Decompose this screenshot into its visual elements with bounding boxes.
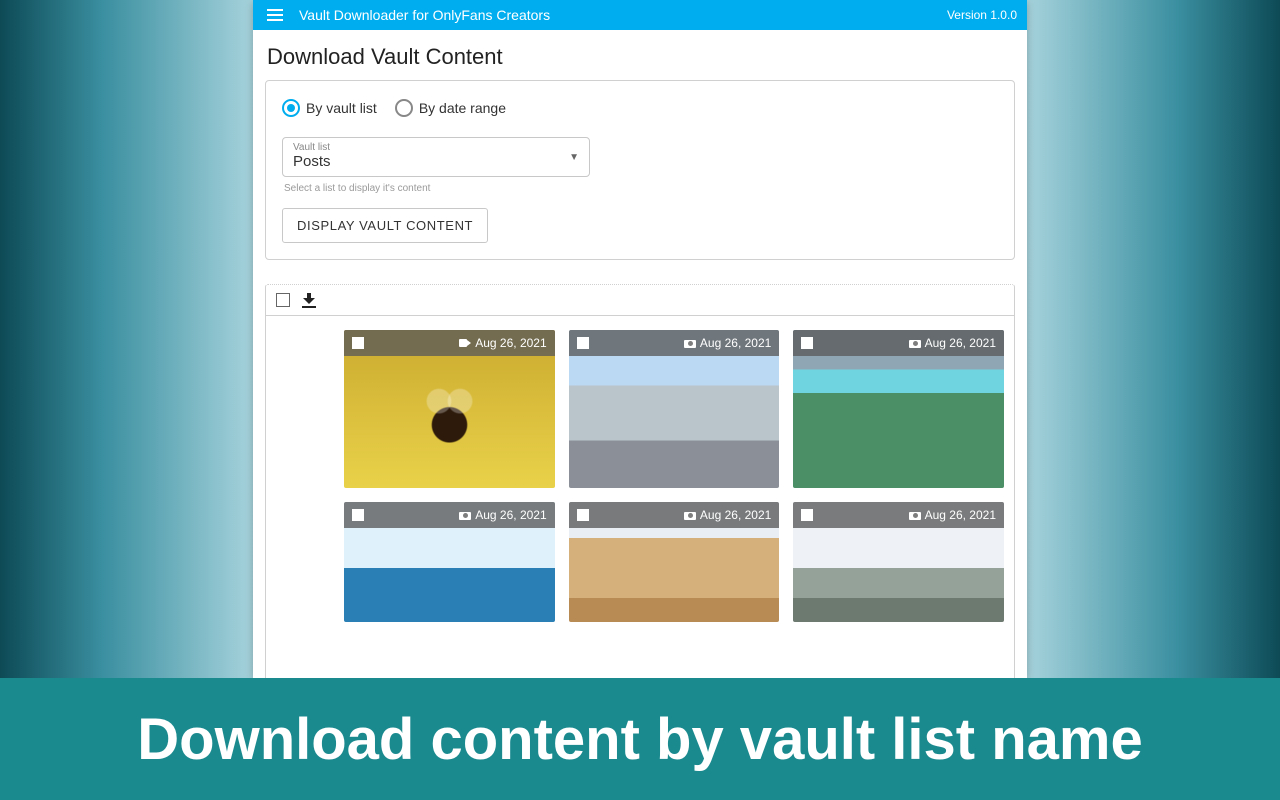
page-title: Download Vault Content [267, 44, 1015, 70]
card-checkbox[interactable] [801, 509, 813, 521]
card-header: Aug 26, 2021 [793, 330, 1004, 356]
card-meta: Aug 26, 2021 [684, 508, 771, 522]
app-bar: Vault Downloader for OnlyFans Creators V… [253, 0, 1027, 30]
card-header: Aug 26, 2021 [344, 330, 555, 356]
card-meta: Aug 26, 2021 [459, 336, 546, 350]
chevron-down-icon: ▼ [569, 152, 579, 163]
radio-label: By date range [419, 100, 506, 116]
content-card[interactable]: Aug 26, 2021 [793, 330, 1004, 488]
content-card[interactable]: Aug 26, 2021 [569, 330, 780, 488]
camera-icon [684, 510, 696, 520]
card-header: Aug 26, 2021 [569, 502, 780, 528]
card-header: Aug 26, 2021 [344, 502, 555, 528]
card-date: Aug 26, 2021 [925, 508, 996, 522]
vault-list-select[interactable]: Vault list Posts ▼ [282, 137, 590, 177]
menu-icon[interactable] [263, 5, 287, 25]
banner-text: Download content by vault list name [137, 706, 1142, 773]
card-meta: Aug 26, 2021 [684, 336, 771, 350]
card-date: Aug 26, 2021 [475, 336, 546, 350]
camera-icon [909, 510, 921, 520]
grid-toolbar [265, 284, 1015, 316]
select-all-checkbox[interactable] [276, 293, 290, 307]
card-meta: Aug 26, 2021 [459, 508, 546, 522]
card-checkbox[interactable] [577, 337, 589, 349]
radio-icon [282, 99, 300, 117]
filter-radio-group: By vault list By date range [282, 99, 998, 117]
display-vault-content-button[interactable]: DISPLAY VAULT CONTENT [282, 208, 488, 243]
card-date: Aug 26, 2021 [700, 336, 771, 350]
card-date: Aug 26, 2021 [475, 508, 546, 522]
content-card[interactable]: Aug 26, 2021 [569, 502, 780, 622]
camera-icon [459, 510, 471, 520]
radio-by-vault-list[interactable]: By vault list [282, 99, 377, 117]
radio-label: By vault list [306, 100, 377, 116]
content-card[interactable]: Aug 26, 2021 [344, 502, 555, 622]
camera-icon [684, 338, 696, 348]
content-grid: Aug 26, 2021 Aug 26, 2021 [276, 330, 1004, 488]
card-checkbox[interactable] [352, 337, 364, 349]
card-date: Aug 26, 2021 [925, 336, 996, 350]
card-checkbox[interactable] [352, 509, 364, 521]
app-window: Vault Downloader for OnlyFans Creators V… [253, 0, 1027, 678]
card-checkbox[interactable] [801, 337, 813, 349]
content-card[interactable]: Aug 26, 2021 [793, 502, 1004, 622]
card-checkbox[interactable] [577, 509, 589, 521]
select-value: Posts [293, 153, 579, 170]
camera-icon [909, 338, 921, 348]
radio-icon [395, 99, 413, 117]
version-label: Version 1.0.0 [947, 8, 1017, 22]
video-icon [459, 338, 471, 348]
promo-banner: Download content by vault list name [0, 678, 1280, 800]
card-header: Aug 26, 2021 [793, 502, 1004, 528]
content-grid: Aug 26, 2021 Aug 26, 2021 [276, 502, 1004, 622]
card-meta: Aug 26, 2021 [909, 336, 996, 350]
download-icon[interactable] [302, 293, 316, 307]
card-date: Aug 26, 2021 [700, 508, 771, 522]
page-body: Download Vault Content By vault list By … [253, 30, 1027, 678]
app-title: Vault Downloader for OnlyFans Creators [299, 7, 550, 23]
card-header: Aug 26, 2021 [569, 330, 780, 356]
select-helper-text: Select a list to display it's content [284, 183, 998, 194]
filter-panel: By vault list By date range Vault list P… [265, 80, 1015, 260]
select-label: Vault list [293, 142, 579, 153]
card-meta: Aug 26, 2021 [909, 508, 996, 522]
radio-by-date-range[interactable]: By date range [395, 99, 506, 117]
content-grid-container: Aug 26, 2021 Aug 26, 2021 [265, 316, 1015, 678]
content-card[interactable]: Aug 26, 2021 [344, 330, 555, 488]
